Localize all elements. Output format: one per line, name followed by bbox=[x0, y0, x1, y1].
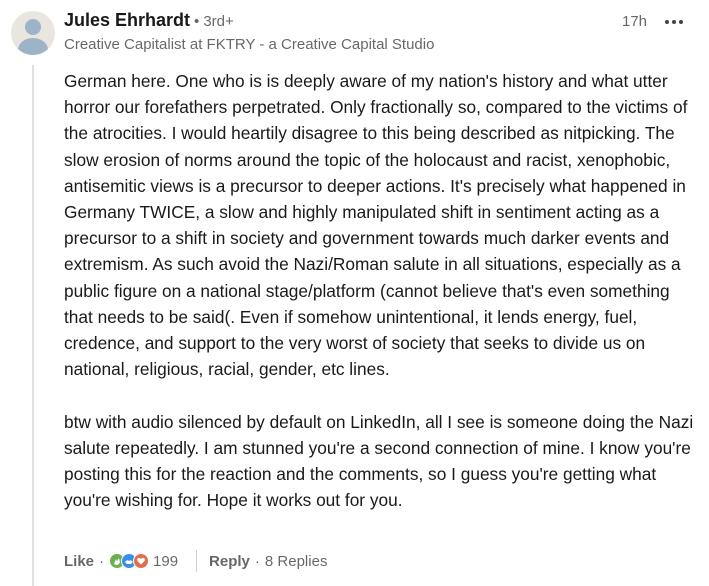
action-separator: · bbox=[254, 552, 260, 570]
more-options-button[interactable] bbox=[662, 10, 686, 34]
replies-count-link[interactable]: 8 Replies bbox=[265, 553, 328, 570]
author-headline: Creative Capitalist at FKTRY - a Creativ… bbox=[64, 36, 435, 53]
reply-button[interactable]: Reply bbox=[209, 553, 250, 570]
name-row: Jules Ehrhardt • 3rd+ bbox=[64, 10, 694, 34]
connection-degree: 3rd+ bbox=[203, 13, 234, 30]
avatar[interactable] bbox=[11, 11, 55, 55]
avatar-head bbox=[25, 19, 41, 35]
comment-actions: Like · 199 Reply · 8 Replies bbox=[64, 548, 327, 574]
ellipsis-icon bbox=[665, 20, 683, 24]
degree-separator: • bbox=[194, 13, 200, 30]
avatar-body bbox=[18, 38, 48, 55]
thread-line bbox=[32, 65, 34, 586]
like-button[interactable]: Like bbox=[64, 553, 94, 570]
author-name[interactable]: Jules Ehrhardt bbox=[64, 10, 190, 31]
reactions-summary[interactable]: 199 bbox=[109, 553, 178, 570]
actions-divider bbox=[196, 550, 198, 572]
comment-header: Jules Ehrhardt • 3rd+ Creative Capitalis… bbox=[64, 10, 694, 53]
comment-paragraph: German here. One who is is deeply aware … bbox=[64, 71, 688, 380]
comment-text: German here. One who is is deeply aware … bbox=[64, 68, 700, 513]
reaction-count: 199 bbox=[153, 552, 179, 570]
timestamp: 17h bbox=[622, 13, 648, 30]
comment-paragraph: btw with audio silenced by default on Li… bbox=[64, 411, 694, 511]
love-icon bbox=[133, 553, 150, 569]
action-separator: · bbox=[99, 552, 105, 570]
